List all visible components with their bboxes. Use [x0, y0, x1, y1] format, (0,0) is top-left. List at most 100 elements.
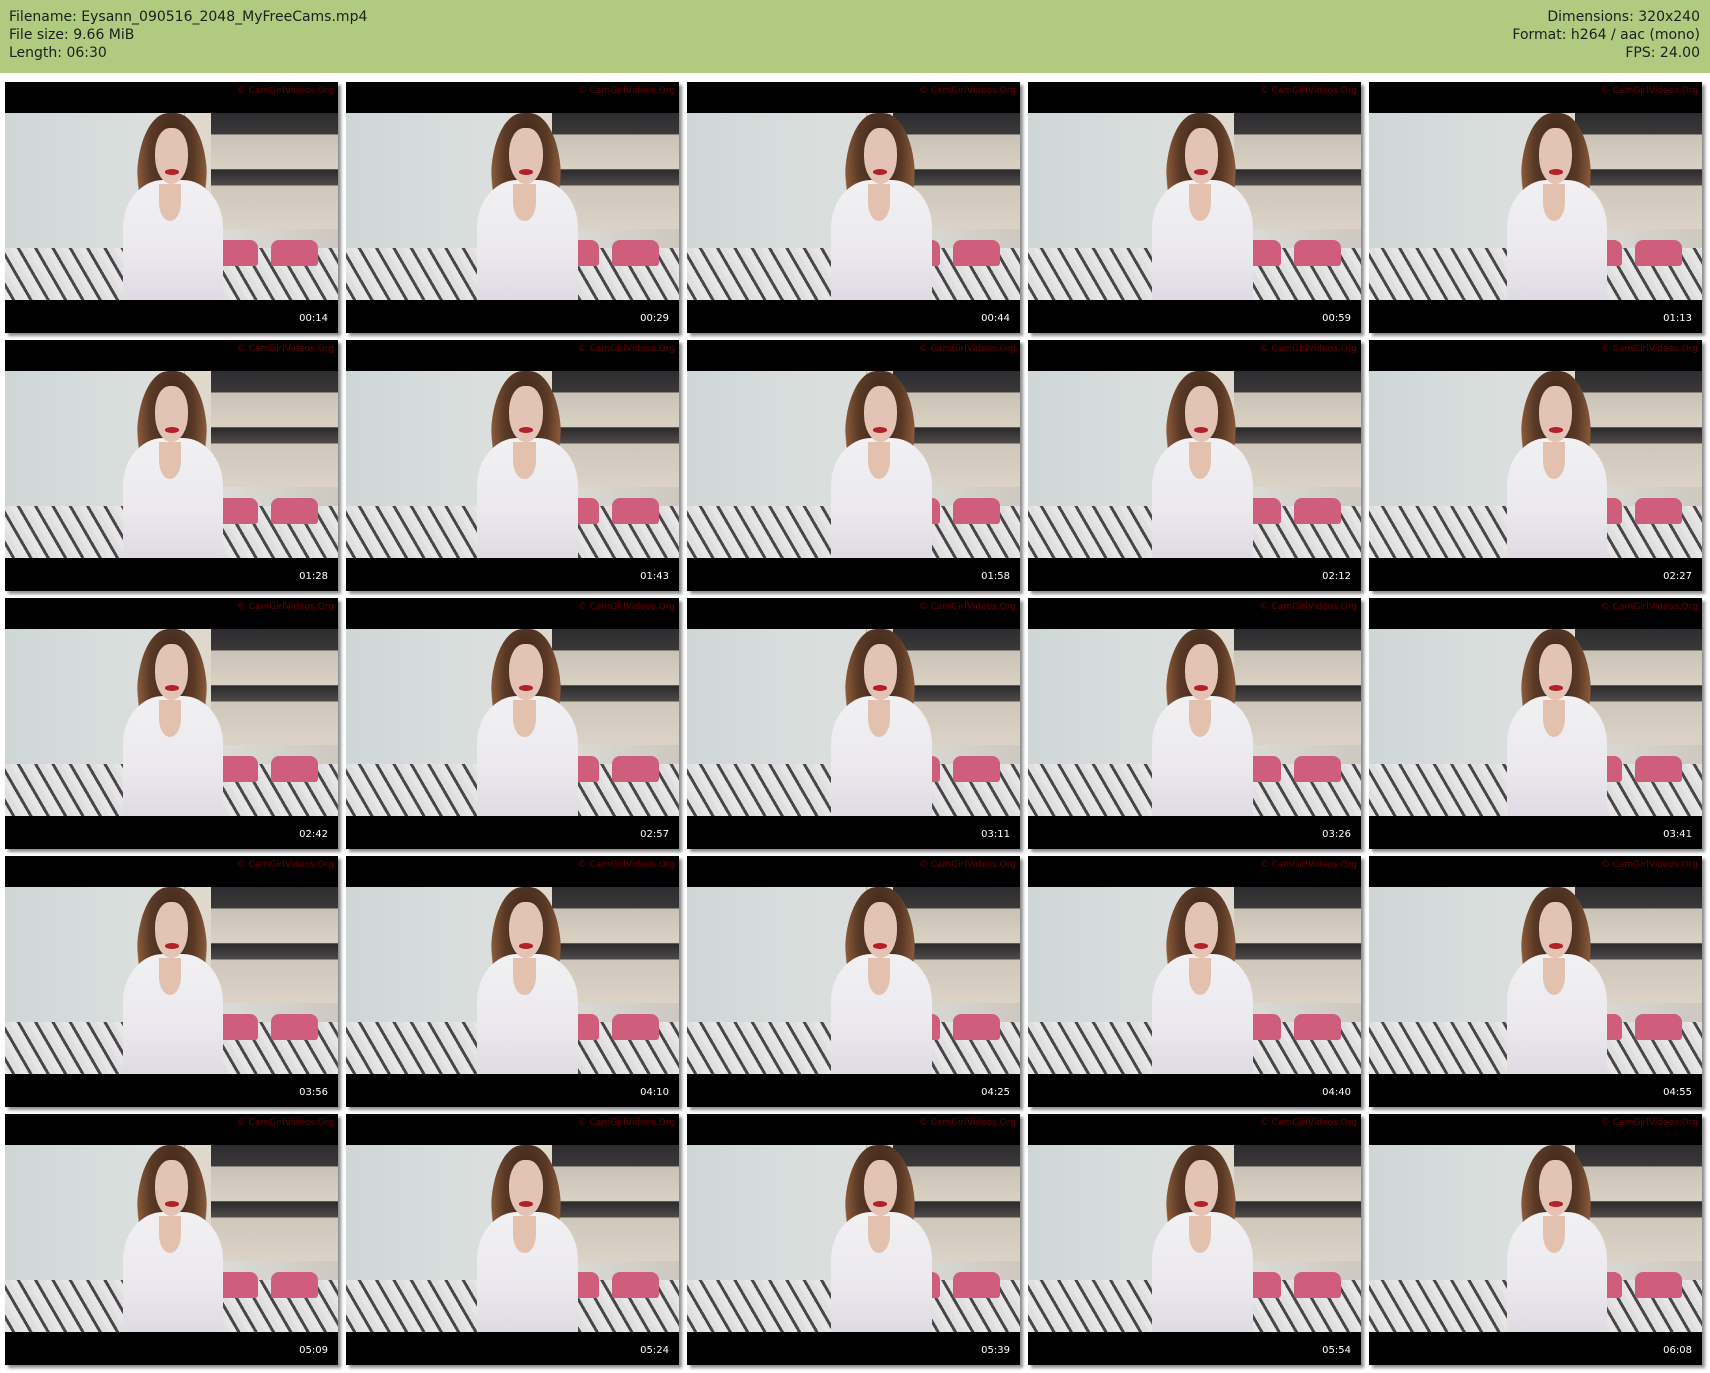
video-frame-image	[5, 629, 338, 816]
thumbnail[interactable]: © CamGirlVideos.Org 01:43	[346, 340, 679, 591]
timestamp: 03:26	[1322, 829, 1351, 840]
watermark: © CamGirlVideos.Org	[1259, 1118, 1357, 1128]
video-frame-image	[5, 113, 338, 300]
video-frame-image	[1028, 629, 1361, 816]
thumbnail[interactable]: © CamGirlVideos.Org 01:28	[5, 340, 338, 591]
thumbnail[interactable]: © CamGirlVideos.Org 05:09	[5, 1114, 338, 1365]
timestamp: 01:58	[981, 571, 1010, 582]
timestamp: 00:59	[1322, 313, 1351, 324]
watermark: © CamGirlVideos.Org	[918, 602, 1016, 612]
watermark: © CamGirlVideos.Org	[918, 1118, 1016, 1128]
thumbnail[interactable]: © CamGirlVideos.Org 00:14	[5, 82, 338, 333]
video-frame-image	[1028, 887, 1361, 1074]
video-frame-image	[1369, 113, 1702, 300]
timestamp: 04:40	[1322, 1087, 1351, 1098]
watermark: © CamGirlVideos.Org	[236, 1118, 334, 1128]
video-frame-image	[346, 113, 679, 300]
video-frame-image	[1028, 371, 1361, 558]
thumbnail[interactable]: © CamGirlVideos.Org 06:08	[1369, 1114, 1702, 1365]
watermark: © CamGirlVideos.Org	[236, 86, 334, 96]
thumbnail[interactable]: © CamGirlVideos.Org 01:58	[687, 340, 1020, 591]
watermark: © CamGirlVideos.Org	[577, 1118, 675, 1128]
video-frame-image	[346, 371, 679, 558]
watermark: © CamGirlVideos.Org	[577, 344, 675, 354]
watermark: © CamGirlVideos.Org	[577, 860, 675, 870]
timestamp: 06:08	[1663, 1345, 1692, 1356]
watermark: © CamGirlVideos.Org	[918, 860, 1016, 870]
video-frame-image	[687, 1145, 1020, 1332]
video-frame-image	[346, 1145, 679, 1332]
watermark: © CamGirlVideos.Org	[1600, 86, 1698, 96]
thumbnail[interactable]: © CamGirlVideos.Org 00:29	[346, 82, 679, 333]
timestamp: 00:14	[299, 313, 328, 324]
video-frame-image	[1028, 1145, 1361, 1332]
timestamp: 04:25	[981, 1087, 1010, 1098]
timestamp: 03:41	[1663, 829, 1692, 840]
timestamp: 05:24	[640, 1345, 669, 1356]
timestamp: 01:28	[299, 571, 328, 582]
video-frame-image	[346, 887, 679, 1074]
watermark: © CamGirlVideos.Org	[236, 602, 334, 612]
timestamp: 04:10	[640, 1087, 669, 1098]
watermark: © CamGirlVideos.Org	[577, 86, 675, 96]
thumbnail[interactable]: © CamGirlVideos.Org 02:12	[1028, 340, 1361, 591]
watermark: © CamGirlVideos.Org	[1259, 860, 1357, 870]
watermark: © CamGirlVideos.Org	[1259, 86, 1357, 96]
thumbnail[interactable]: © CamGirlVideos.Org 04:25	[687, 856, 1020, 1107]
video-frame-image	[1369, 371, 1702, 558]
thumbnail[interactable]: © CamGirlVideos.Org 04:55	[1369, 856, 1702, 1107]
video-frame-image	[346, 629, 679, 816]
thumbnail[interactable]: © CamGirlVideos.Org 05:54	[1028, 1114, 1361, 1365]
watermark: © CamGirlVideos.Org	[918, 344, 1016, 354]
thumbnail[interactable]: © CamGirlVideos.Org 00:44	[687, 82, 1020, 333]
timestamp: 03:56	[299, 1087, 328, 1098]
timestamp: 05:54	[1322, 1345, 1351, 1356]
thumbnail[interactable]: © CamGirlVideos.Org 04:10	[346, 856, 679, 1107]
thumbnail[interactable]: © CamGirlVideos.Org 01:13	[1369, 82, 1702, 333]
thumbnail[interactable]: © CamGirlVideos.Org 02:42	[5, 598, 338, 849]
video-frame-image	[687, 887, 1020, 1074]
watermark: © CamGirlVideos.Org	[918, 86, 1016, 96]
thumbnail[interactable]: © CamGirlVideos.Org 03:41	[1369, 598, 1702, 849]
timestamp: 05:09	[299, 1345, 328, 1356]
watermark: © CamGirlVideos.Org	[577, 602, 675, 612]
timestamp: 04:55	[1663, 1087, 1692, 1098]
timestamp: 00:44	[981, 313, 1010, 324]
timestamp: 02:42	[299, 829, 328, 840]
timestamp: 02:27	[1663, 571, 1692, 582]
video-frame-image	[5, 371, 338, 558]
timestamp: 02:57	[640, 829, 669, 840]
timestamp: 03:11	[981, 829, 1010, 840]
timestamp: 01:43	[640, 571, 669, 582]
video-frame-image	[5, 1145, 338, 1332]
video-frame-image	[1369, 887, 1702, 1074]
watermark: © CamGirlVideos.Org	[1259, 344, 1357, 354]
thumbnail[interactable]: © CamGirlVideos.Org 02:27	[1369, 340, 1702, 591]
timestamp: 00:29	[640, 313, 669, 324]
thumbnail[interactable]: © CamGirlVideos.Org 03:26	[1028, 598, 1361, 849]
video-frame-image	[1028, 113, 1361, 300]
video-frame-image	[1369, 629, 1702, 816]
thumbnail[interactable]: © CamGirlVideos.Org 05:39	[687, 1114, 1020, 1365]
thumbnail[interactable]: © CamGirlVideos.Org 03:11	[687, 598, 1020, 849]
watermark: © CamGirlVideos.Org	[1600, 602, 1698, 612]
thumbnail[interactable]: © CamGirlVideos.Org 00:59	[1028, 82, 1361, 333]
watermark: © CamGirlVideos.Org	[1600, 1118, 1698, 1128]
timestamp: 01:13	[1663, 313, 1692, 324]
watermark: © CamGirlVideos.Org	[236, 860, 334, 870]
video-frame-image	[1369, 1145, 1702, 1332]
thumbnail[interactable]: © CamGirlVideos.Org 03:56	[5, 856, 338, 1107]
video-frame-image	[687, 371, 1020, 558]
thumbnail-grid: © CamGirlVideos.Org 00:14 © CamGirlVideos.…	[0, 0, 1710, 1373]
video-frame-image	[687, 113, 1020, 300]
thumbnail[interactable]: © CamGirlVideos.Org 02:57	[346, 598, 679, 849]
thumbnail[interactable]: © CamGirlVideos.Org 04:40	[1028, 856, 1361, 1107]
watermark: © CamGirlVideos.Org	[236, 344, 334, 354]
watermark: © CamGirlVideos.Org	[1259, 602, 1357, 612]
thumbnail[interactable]: © CamGirlVideos.Org 05:24	[346, 1114, 679, 1365]
video-frame-image	[687, 629, 1020, 816]
timestamp: 05:39	[981, 1345, 1010, 1356]
watermark: © CamGirlVideos.Org	[1600, 860, 1698, 870]
watermark: © CamGirlVideos.Org	[1600, 344, 1698, 354]
timestamp: 02:12	[1322, 571, 1351, 582]
